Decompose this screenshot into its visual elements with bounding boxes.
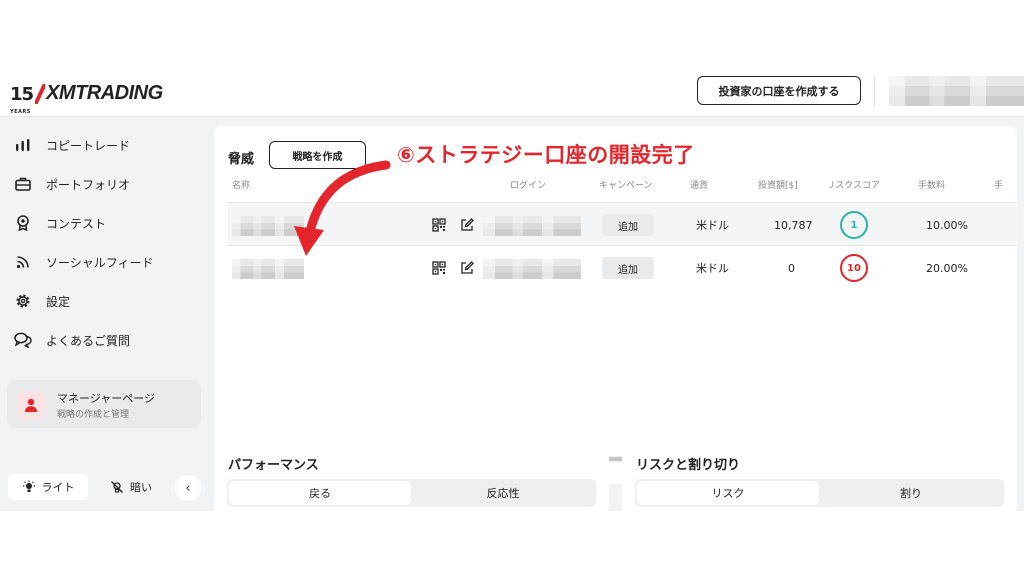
fee-cell: 20.00% <box>926 261 968 275</box>
strategies-title: 脅威 <box>228 152 255 167</box>
lightbulb-off-icon <box>110 480 124 494</box>
sidebar-item-social-feed[interactable]: ソーシャルフィード <box>14 250 154 274</box>
logo-slash-mark <box>35 84 46 104</box>
manager-page-title: マネージャーページ <box>57 392 156 405</box>
column-header-currency[interactable]: 通貨 <box>690 178 708 191</box>
top-header: 15 YEARS XMTRADING 投資家の口座を作成する <box>0 64 1024 117</box>
logo-brand-text: XMTRADING <box>46 82 163 104</box>
performance-card: パフォーマンス 戻る 反応性 <box>214 436 609 511</box>
risk-tabs: リスク 割り <box>635 479 1004 507</box>
theme-dark-label: 暗い <box>130 481 152 494</box>
logo-years-number: 15 <box>10 84 34 105</box>
header-divider <box>874 76 875 106</box>
theme-dark-button[interactable]: 暗い <box>96 474 166 500</box>
sidebar: コピートレード ポートフォリオ コンテスト ソーシャルフィード 設定 よくあるご… <box>0 118 212 511</box>
campaign-add-button[interactable]: 追加 <box>602 214 654 236</box>
tab-responsiveness[interactable]: 反応性 <box>412 481 594 505</box>
sidebar-item-label: よくあるご質問 <box>46 333 131 348</box>
tab-allocation[interactable]: 割り <box>820 481 1002 505</box>
manager-page-subtitle: 戦略の作成と管理 <box>57 410 130 420</box>
create-investor-account-button[interactable]: 投資家の口座を作成する <box>697 76 861 105</box>
sidebar-item-label: 設定 <box>46 294 71 309</box>
fee-cell: 10.00% <box>926 218 968 232</box>
column-header-campaign[interactable]: キャンペーン <box>599 178 653 191</box>
table-row[interactable]: 追加 米ドル 0 10 20.00% <box>228 246 1017 290</box>
sidebar-item-label: コンテスト <box>46 216 107 231</box>
invested-cell: 10,787 <box>774 218 813 232</box>
performance-tabs: 戻る 反応性 <box>227 479 596 507</box>
lightbulb-icon <box>22 480 36 494</box>
sidebar-collapse-button[interactable]: ‹ <box>175 475 201 501</box>
campaign-add-button[interactable]: 追加 <box>602 257 654 279</box>
create-strategy-button[interactable]: 戦略を作成 <box>269 141 366 169</box>
sidebar-item-contest[interactable]: コンテスト <box>14 211 106 235</box>
tab-risk[interactable]: リスク <box>637 481 819 505</box>
login-number-blurred <box>483 216 581 236</box>
column-header-fee[interactable]: 手数料 <box>918 178 945 191</box>
account-info-blurred[interactable] <box>889 76 1024 106</box>
theme-light-button[interactable]: ライト <box>8 474 88 500</box>
risk-score-badge: 1 <box>840 211 868 239</box>
sidebar-item-label: ソーシャルフィード <box>46 255 154 270</box>
edit-pencil-icon[interactable] <box>458 259 476 277</box>
tab-returns[interactable]: 戻る <box>229 481 411 505</box>
invested-cell: 0 <box>788 261 795 275</box>
logo-15-years: 15 YEARS <box>10 84 34 116</box>
login-number-blurred <box>483 259 581 279</box>
strategy-name-blurred[interactable] <box>232 216 304 236</box>
medal-icon <box>14 214 32 232</box>
gear-icon <box>14 292 32 310</box>
annotation-text: ⑥ストラテジー口座の開設完了 <box>397 143 695 167</box>
xmtrading-logo[interactable]: 15 YEARS XMTRADING <box>10 78 163 116</box>
edit-pencil-icon[interactable] <box>458 216 476 234</box>
chevron-left-icon: ‹ <box>185 480 191 496</box>
column-header-invested[interactable]: 投資額[$] <box>758 178 798 191</box>
chart-bars-icon <box>14 136 32 154</box>
strategy-name-blurred[interactable] <box>232 259 304 279</box>
currency-cell: 米ドル <box>696 262 729 275</box>
risk-card: リスクと割り切り リスク 割り <box>622 436 1017 511</box>
manager-page-link[interactable]: マネージャーページ 戦略の作成と管理 <box>7 380 201 428</box>
manager-person-icon <box>17 391 45 419</box>
column-header-name[interactable]: 名称 <box>232 178 250 191</box>
sidebar-item-copy-trade[interactable]: コピートレード <box>14 133 130 157</box>
performance-title: パフォーマンス <box>228 458 319 473</box>
currency-cell: 米ドル <box>696 219 729 232</box>
strategies-card: 脅威 戦略を作成 ⑥ストラテジー口座の開設完了 名称 ログイン キャンペーン 通… <box>214 126 1017 484</box>
column-header-login[interactable]: ログイン <box>510 178 546 191</box>
column-header-truncated[interactable]: 手 <box>994 178 1003 191</box>
column-header-risk-score[interactable]: リスクスコア <box>829 178 880 191</box>
qr-code-icon[interactable] <box>430 216 448 234</box>
sidebar-item-faq[interactable]: よくあるご質問 <box>14 328 130 352</box>
theme-light-label: ライト <box>41 481 75 494</box>
table-row[interactable]: 追加 米ドル 10,787 1 10.00% <box>228 202 1017 246</box>
chat-bubbles-icon <box>14 331 32 349</box>
sidebar-item-portfolio[interactable]: ポートフォリオ <box>14 172 130 196</box>
briefcase-icon <box>14 175 32 193</box>
qr-code-icon[interactable] <box>430 259 448 277</box>
rss-icon <box>14 253 32 271</box>
risk-score-badge: 10 <box>840 254 868 282</box>
sidebar-item-settings[interactable]: 設定 <box>14 289 70 313</box>
sidebar-item-label: ポートフォリオ <box>46 177 131 192</box>
sidebar-item-label: コピートレード <box>46 138 131 153</box>
app-frame: 15 YEARS XMTRADING 投資家の口座を作成する コピートレード ポ… <box>0 64 1024 511</box>
risk-title: リスクと割り切り <box>636 458 741 473</box>
